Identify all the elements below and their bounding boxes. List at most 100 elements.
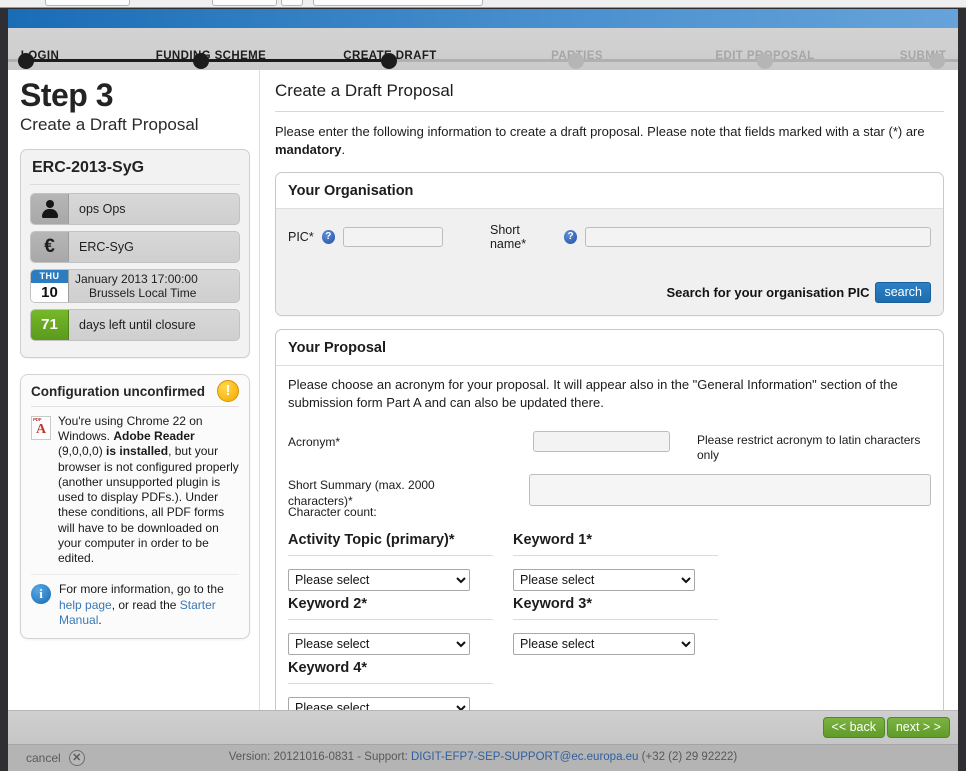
step-dot-parties[interactable]	[568, 53, 584, 69]
info-row-scheme: € ERC-SyG	[30, 230, 240, 263]
keyword-3-label: Keyword 3*	[513, 596, 718, 620]
acronym-row: Acronym* Please restrict acronym to lati…	[288, 430, 931, 464]
page-title: Create a Draft Proposal	[275, 81, 944, 112]
short-name-help-icon[interactable]: ?	[563, 229, 578, 244]
browser-toolbar-strip	[0, 0, 966, 8]
keyword-2-select[interactable]: Please select	[288, 632, 470, 655]
pic-help-icon[interactable]: ?	[321, 229, 335, 244]
short-name-input[interactable]	[585, 226, 932, 247]
configuration-warning-title: Configuration unconfirmed !	[31, 379, 239, 407]
step-dot-create-draft[interactable]	[381, 53, 397, 69]
browser-control-2[interactable]	[212, 0, 277, 6]
cfg-text-bold-reader: Adobe Reader	[113, 429, 195, 444]
cfg-text-bold-installed: is installed	[106, 444, 169, 459]
acronym-input[interactable]	[533, 430, 670, 452]
deadline-datetime: January 2013 17:00:00	[75, 271, 198, 286]
field-keyword-3: Keyword 3* Please select	[513, 596, 738, 655]
page-step-title: Step 3	[20, 77, 114, 113]
configuration-warning-title-text: Configuration unconfirmed	[31, 383, 205, 399]
person-icon	[31, 193, 69, 224]
step-dot-login[interactable]	[18, 53, 34, 69]
acronym-label: Acronym*	[288, 434, 341, 449]
acronym-hint: Please restrict acronym to latin charact…	[697, 432, 921, 463]
activity-topic-label: Activity Topic (primary)*	[288, 532, 493, 556]
summary-character-count: Character count:	[288, 505, 377, 520]
search-pic-button[interactable]: search	[875, 281, 931, 303]
activity-topic-select[interactable]: Please select	[288, 568, 470, 591]
proposal-panel: Your Proposal Please choose an acronym f…	[275, 328, 944, 737]
call-info-card: ERC-2013-SyG ops Ops € ERC-SyG THU 10 Ja…	[20, 148, 250, 358]
organisation-search-line: Search for your organisation PIC search	[288, 281, 931, 303]
brand-bar	[8, 9, 958, 28]
field-activity-topic: Activity Topic (primary)* Please select	[288, 532, 513, 591]
days-left-icon: 71	[31, 309, 69, 340]
more-prefix: For more information, go to the	[59, 582, 224, 597]
more-info-text: For more information, go to the help pag…	[59, 582, 239, 628]
more-mid: , or read the	[111, 597, 180, 612]
footer-bar: cancel ✕ Version: 20121016-0831 - Suppor…	[8, 744, 958, 771]
keyword-1-label: Keyword 1*	[513, 532, 718, 556]
info-row-days-left: 71 days left until closure	[30, 308, 240, 341]
intro-prefix: Please enter the following information t…	[275, 124, 925, 139]
summary-label-line1: Short Summary (max. 2000	[288, 478, 435, 492]
organisation-fields-row: PIC* ? Short name* ?	[288, 222, 932, 251]
info-row-user: ops Ops	[30, 192, 240, 225]
warning-icon: !	[217, 379, 239, 402]
help-page-link[interactable]: help page	[59, 598, 112, 612]
search-pic-label: Search for your organisation PIC	[666, 284, 870, 300]
deadline-text: January 2013 17:00:00 Brussels Local Tim…	[69, 270, 239, 302]
sidebar: Step 3 Create a Draft Proposal ERC-2013-…	[8, 70, 260, 710]
call-identifier: ERC-2013-SyG	[30, 158, 240, 185]
pdf-icon	[31, 415, 51, 440]
euro-icon: €	[31, 231, 69, 262]
version-support-text: Version: 20121016-0831 - Support: DIGIT-…	[8, 751, 958, 763]
back-button[interactable]: << back	[822, 717, 885, 738]
screen-root: LOGIN FUNDING SCHEME CREATE DRAFT PARTIE…	[0, 0, 966, 771]
keyword-2-label: Keyword 2*	[288, 596, 493, 620]
proposal-panel-title: Your Proposal	[276, 330, 943, 366]
info-row-deadline: THU 10 January 2013 17:00:00 Brussels Lo…	[30, 268, 240, 303]
page-content: Step 3 Create a Draft Proposal ERC-2013-…	[8, 70, 958, 737]
proposal-intro: Please choose an acronym for your propos…	[288, 376, 898, 411]
field-keyword-2: Keyword 2* Please select	[288, 596, 513, 655]
configuration-more-info: i For more information, go to the help p…	[31, 574, 239, 628]
browser-control-3[interactable]	[281, 0, 303, 6]
app-viewport: LOGIN FUNDING SCHEME CREATE DRAFT PARTIE…	[8, 9, 958, 771]
support-email-link[interactable]: DIGIT-EFP7-SEP-SUPPORT@ec.europa.eu	[411, 751, 638, 763]
user-name: ops Ops	[79, 201, 126, 216]
step-dot-submit[interactable]	[929, 53, 945, 69]
pic-label: PIC*	[288, 229, 314, 244]
browser-control-1[interactable]	[45, 0, 130, 6]
more-suffix: .	[98, 612, 102, 627]
info-icon: i	[31, 584, 51, 605]
keyword-4-label: Keyword 4*	[288, 660, 493, 684]
next-button[interactable]: next > >	[886, 717, 950, 738]
summary-textarea[interactable]	[529, 474, 931, 506]
cfg-text-mid: (9,0,0,0)	[58, 444, 107, 459]
version-suffix: (+32 (2) 29 92222)	[638, 751, 738, 763]
short-name-label: Short name*	[489, 222, 527, 251]
configuration-warning-text: You're using Chrome 22 on Windows. Adobe…	[58, 414, 239, 566]
summary-row: Short Summary (max. 2000 characters)* Ch…	[288, 474, 931, 521]
pic-input[interactable]	[342, 226, 443, 247]
browser-address-bar[interactable]	[313, 0, 483, 6]
keyword-1-select[interactable]: Please select	[513, 568, 695, 591]
configuration-warning-body: You're using Chrome 22 on Windows. Adobe…	[31, 414, 239, 566]
keywords-grid: Activity Topic (primary)* Please select …	[288, 532, 931, 724]
deadline-timezone: Brussels Local Time	[89, 285, 197, 300]
organisation-panel-title: Your Organisation	[276, 173, 943, 209]
version-prefix: Version: 20121016-0831 - Support:	[228, 751, 411, 763]
step-dot-edit-proposal[interactable]	[757, 53, 773, 69]
days-left-label: days left until closure	[79, 317, 196, 332]
navigation-bar: << back next > >	[8, 710, 958, 744]
funding-scheme-name: ERC-SyG	[79, 239, 134, 254]
intro-mandatory: mandatory	[275, 142, 342, 158]
step-dot-funding-scheme[interactable]	[193, 53, 209, 69]
proposal-panel-body: Please choose an acronym for your propos…	[276, 366, 943, 736]
keyword-3-select[interactable]: Please select	[513, 632, 695, 655]
intro-suffix: .	[341, 142, 346, 158]
calendar-day: 10	[31, 282, 68, 302]
configuration-warning-card: Configuration unconfirmed ! You're using…	[20, 373, 250, 640]
field-keyword-1: Keyword 1* Please select	[513, 532, 738, 591]
main-panel: Create a Draft Proposal Please enter the…	[261, 70, 958, 737]
